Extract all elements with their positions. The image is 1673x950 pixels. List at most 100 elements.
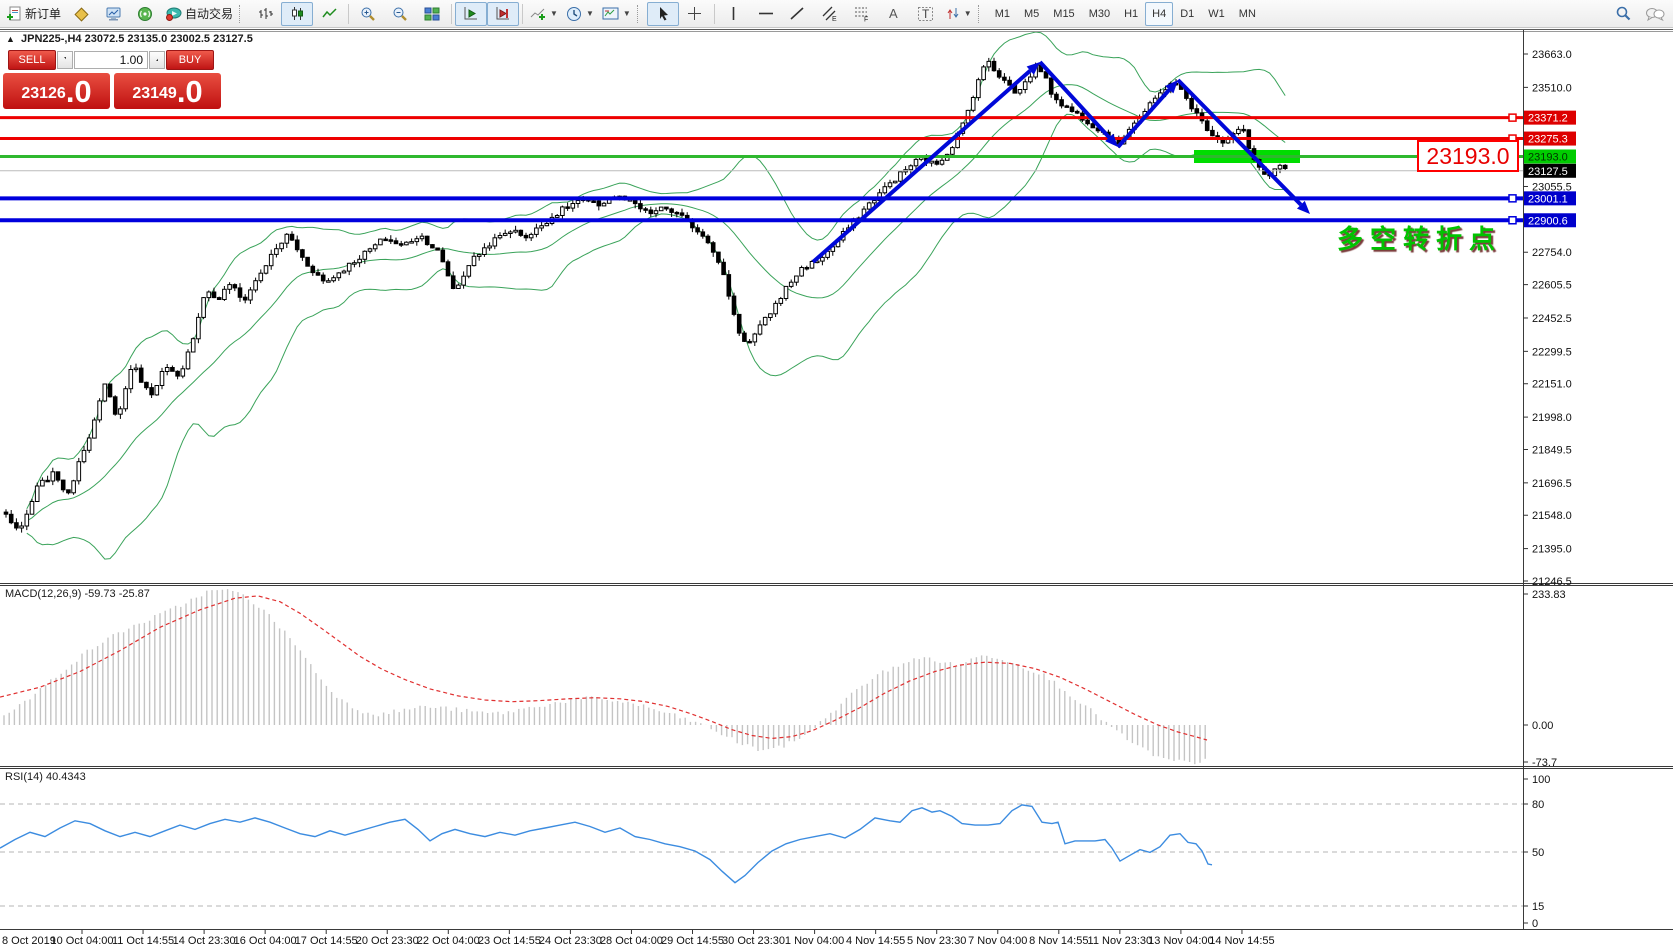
timeframe-button-w1[interactable]: W1	[1201, 2, 1232, 26]
rsi-axis-label: 100	[1532, 774, 1550, 786]
auto-trading-button[interactable]: 自动交易	[161, 2, 237, 26]
time-tick-label: 14 Oct 23:30	[173, 935, 236, 947]
trendline-icon	[790, 6, 805, 21]
periods-button[interactable]: ▼	[562, 2, 598, 26]
arrows-tool-button[interactable]: ▼	[942, 2, 976, 26]
market-watch-button[interactable]	[97, 2, 129, 26]
timeframe-button-m5[interactable]: M5	[1017, 2, 1046, 26]
volume-decrease-button[interactable]	[57, 51, 73, 69]
rsi-axis-label: 0	[1532, 918, 1538, 930]
line-chart-type-button[interactable]	[313, 2, 345, 26]
horizontal-line-icon	[758, 6, 774, 21]
time-tick-label: 29 Oct 14:55	[661, 935, 724, 947]
sell-price-panel[interactable]: 23126 .0	[3, 73, 110, 109]
chart-shift-icon	[495, 6, 511, 21]
tile-windows-button[interactable]	[416, 2, 448, 26]
time-tick-label: 8 Nov 14:55	[1029, 935, 1088, 947]
crosshair-icon	[687, 6, 702, 21]
timeframe-button-h4[interactable]: H4	[1145, 2, 1173, 26]
crosshair-tool-button[interactable]	[679, 2, 711, 26]
auto-scroll-button[interactable]	[455, 2, 487, 26]
toolbar-separator	[348, 4, 349, 24]
auto-scroll-icon	[463, 6, 479, 21]
axis-price-label: 22900.6	[1528, 215, 1568, 227]
price-tick-label: 21548.0	[1532, 510, 1572, 522]
search-icon	[1615, 5, 1632, 22]
tile-windows-icon	[424, 6, 440, 22]
time-tick-label: 24 Oct 23:30	[539, 935, 602, 947]
one-click-trading-panel: SELL BUY 23126 .0 23149 .0	[3, 49, 223, 109]
candlestick-icon	[290, 6, 305, 21]
time-tick-label: 22 Oct 04:00	[417, 935, 480, 947]
price-tick-label: 21998.0	[1532, 412, 1572, 424]
text-label-icon: T	[917, 6, 934, 22]
time-tick-label: 13 Nov 04:00	[1148, 935, 1213, 947]
trendline-tool-button[interactable]	[782, 2, 814, 26]
price-tick-label: 22299.5	[1532, 346, 1572, 358]
ohlc-close: 23127.5	[213, 33, 253, 45]
vertical-line-icon	[727, 6, 740, 21]
dropdown-arrow-icon: ▼	[964, 9, 972, 18]
price-tick-label: 21395.0	[1532, 544, 1572, 556]
price-tick-label: 21696.5	[1532, 478, 1572, 490]
text-tool-button[interactable]: A	[878, 2, 910, 26]
sell-price-frac: .0	[66, 77, 92, 107]
chat-button[interactable]	[1639, 2, 1671, 26]
zoom-out-button[interactable]	[384, 2, 416, 26]
horizontal-line-tool-button[interactable]	[750, 2, 782, 26]
timeframe-button-m15[interactable]: M15	[1046, 2, 1081, 26]
turning-point-annotation[interactable]: 多空转折点	[1337, 219, 1502, 256]
timeframe-button-m1[interactable]: M1	[988, 2, 1017, 26]
indicators-button[interactable]: ▼	[526, 2, 562, 26]
cursor-icon	[656, 6, 670, 21]
volume-input[interactable]	[74, 51, 148, 69]
candlestick-chart-type-button[interactable]	[281, 2, 313, 26]
buy-button[interactable]: BUY	[166, 50, 214, 70]
ohlc-high: 23135.0	[127, 33, 167, 45]
channel-icon: E	[822, 6, 838, 22]
clock-icon	[566, 6, 582, 22]
timeframe-button-m30[interactable]: M30	[1082, 2, 1117, 26]
time-tick-label: 20 Oct 23:30	[356, 935, 419, 947]
buy-price-frac: .0	[177, 77, 203, 107]
profiles-button[interactable]	[65, 2, 97, 26]
price-tick-label: 23663.0	[1532, 49, 1572, 61]
time-tick-label: 11 Oct 14:55	[112, 935, 174, 947]
monitor-icon	[105, 6, 122, 22]
sell-button[interactable]: SELL	[8, 50, 56, 70]
time-tick-label: 23 Oct 14:55	[478, 935, 541, 947]
timeframe-button-h1[interactable]: H1	[1117, 2, 1145, 26]
expert-advisors-button[interactable]	[129, 2, 161, 26]
price-annotation-box[interactable]: 23193.0	[1417, 140, 1519, 172]
bar-chart-type-button[interactable]	[249, 2, 281, 26]
timeframe-button-d1[interactable]: D1	[1173, 2, 1201, 26]
toolbar-separator	[451, 4, 452, 24]
text-label-tool-button[interactable]: T	[910, 2, 942, 26]
volume-increase-button[interactable]	[149, 51, 165, 69]
cursor-tool-button[interactable]	[647, 2, 679, 26]
time-tick-label: 28 Oct 04:00	[600, 935, 663, 947]
axis-price-label: 23275.3	[1528, 134, 1568, 146]
chat-bubbles-icon	[1645, 6, 1665, 22]
templates-button[interactable]: ▼	[598, 2, 635, 26]
symbol-header[interactable]: ▲ JPN225-,H4 23072.5 23135.0 23002.5 231…	[6, 33, 253, 45]
rsi-label: RSI(14) 40.4343	[5, 771, 86, 783]
buy-price-panel[interactable]: 23149 .0	[114, 73, 221, 109]
time-tick-label: 8 Oct 2019	[2, 935, 56, 947]
price-tick-label: 22151.0	[1532, 379, 1572, 391]
macd-label: MACD(12,26,9) -59.73 -25.87	[5, 588, 150, 600]
search-button[interactable]	[1607, 2, 1639, 26]
symbol-expander-icon[interactable]: ▲	[6, 34, 15, 44]
axis-price-label: 23371.2	[1528, 113, 1568, 125]
equidistant-channel-tool-button[interactable]: E	[814, 2, 846, 26]
fibonacci-tool-button[interactable]: F	[846, 2, 878, 26]
new-order-button[interactable]: 新订单	[2, 2, 65, 26]
time-tick-label: 14 Nov 14:55	[1209, 935, 1274, 947]
axis-price-label: 23193.0	[1528, 151, 1568, 163]
timeframe-button-mn[interactable]: MN	[1232, 2, 1263, 26]
price-tick-label: 23510.0	[1532, 82, 1572, 94]
zoom-in-button[interactable]	[352, 2, 384, 26]
chart-shift-button[interactable]	[487, 2, 519, 26]
vertical-line-tool-button[interactable]	[718, 2, 750, 26]
auto-trading-icon	[165, 6, 182, 22]
